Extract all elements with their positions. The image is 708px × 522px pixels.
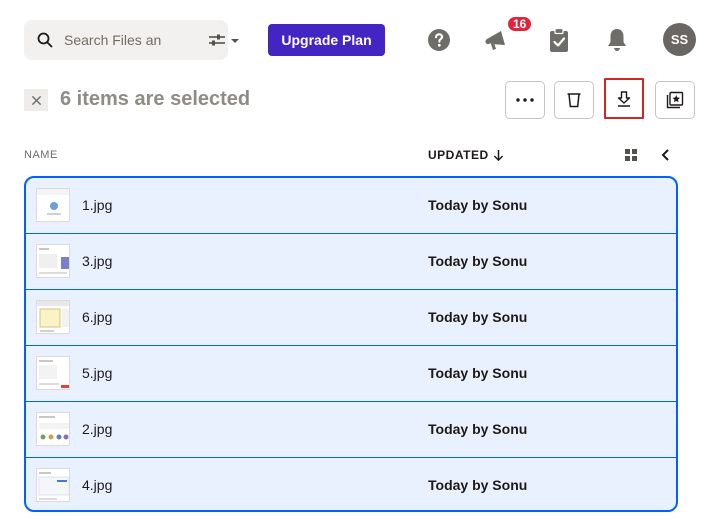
download-button[interactable] bbox=[604, 78, 644, 119]
upgrade-plan-button[interactable]: Upgrade Plan bbox=[268, 24, 385, 56]
file-updated: Today by Sonu bbox=[428, 197, 528, 213]
file-thumbnail bbox=[36, 244, 70, 278]
grid-view-icon[interactable] bbox=[624, 148, 638, 162]
column-headers: NAME UPDATED bbox=[24, 147, 684, 165]
search-icon bbox=[37, 32, 53, 48]
add-to-collection-button[interactable] bbox=[655, 81, 695, 119]
file-name[interactable]: 3.jpg bbox=[82, 253, 112, 269]
selection-bar: 6 items are selected bbox=[24, 78, 695, 124]
file-updated: Today by Sonu bbox=[428, 421, 528, 437]
more-icon bbox=[516, 98, 534, 102]
close-icon bbox=[31, 95, 41, 105]
file-row[interactable]: 3.jpg Today by Sonu bbox=[26, 234, 676, 290]
notifications-badge: 16 bbox=[506, 15, 534, 33]
file-updated: Today by Sonu bbox=[428, 309, 528, 325]
chevron-left-icon[interactable] bbox=[658, 147, 674, 163]
clear-selection-button[interactable] bbox=[24, 89, 48, 111]
file-name[interactable]: 2.jpg bbox=[82, 421, 112, 437]
download-icon bbox=[617, 90, 631, 107]
file-row[interactable]: 1.jpg Today by Sonu bbox=[26, 178, 676, 234]
more-actions-button[interactable] bbox=[505, 81, 545, 119]
file-thumbnail bbox=[36, 356, 70, 390]
filter-icon[interactable] bbox=[208, 33, 240, 47]
file-row[interactable]: 4.jpg Today by Sonu bbox=[26, 458, 676, 510]
column-updated-label: UPDATED bbox=[428, 148, 489, 162]
file-row[interactable]: 6.jpg Today by Sonu bbox=[26, 290, 676, 346]
search-box[interactable] bbox=[24, 20, 239, 60]
file-row[interactable]: 2.jpg Today by Sonu bbox=[26, 402, 676, 458]
avatar[interactable]: SS bbox=[663, 23, 696, 56]
file-row[interactable]: 5.jpg Today by Sonu bbox=[26, 346, 676, 402]
file-name[interactable]: 6.jpg bbox=[82, 309, 112, 325]
delete-icon bbox=[567, 93, 581, 108]
column-name-header[interactable]: NAME bbox=[24, 149, 58, 161]
file-updated: Today by Sonu bbox=[428, 365, 528, 381]
top-bar: Upgrade Plan 16 SS bbox=[0, 0, 708, 80]
sort-down-icon bbox=[493, 149, 503, 161]
search-input[interactable] bbox=[64, 28, 184, 52]
file-thumbnail bbox=[36, 300, 70, 334]
column-updated-header[interactable]: UPDATED bbox=[428, 148, 504, 162]
megaphone-icon[interactable] bbox=[484, 27, 510, 53]
file-list: 1.jpg Today by Sonu 3.jpg Today by Sonu … bbox=[24, 176, 678, 512]
file-updated: Today by Sonu bbox=[428, 253, 528, 269]
file-name[interactable]: 1.jpg bbox=[82, 197, 112, 213]
bell-icon[interactable] bbox=[604, 27, 630, 53]
file-name[interactable]: 5.jpg bbox=[82, 365, 112, 381]
file-updated: Today by Sonu bbox=[428, 477, 528, 493]
delete-button[interactable] bbox=[554, 81, 594, 119]
clipboard-icon[interactable] bbox=[546, 27, 572, 53]
star-collection-icon bbox=[666, 91, 684, 109]
file-thumbnail bbox=[36, 412, 70, 446]
file-thumbnail bbox=[36, 188, 70, 222]
file-thumbnail bbox=[36, 468, 70, 502]
help-icon[interactable] bbox=[426, 27, 452, 53]
file-name[interactable]: 4.jpg bbox=[82, 477, 112, 493]
selection-count: 6 items are selected bbox=[60, 88, 251, 110]
